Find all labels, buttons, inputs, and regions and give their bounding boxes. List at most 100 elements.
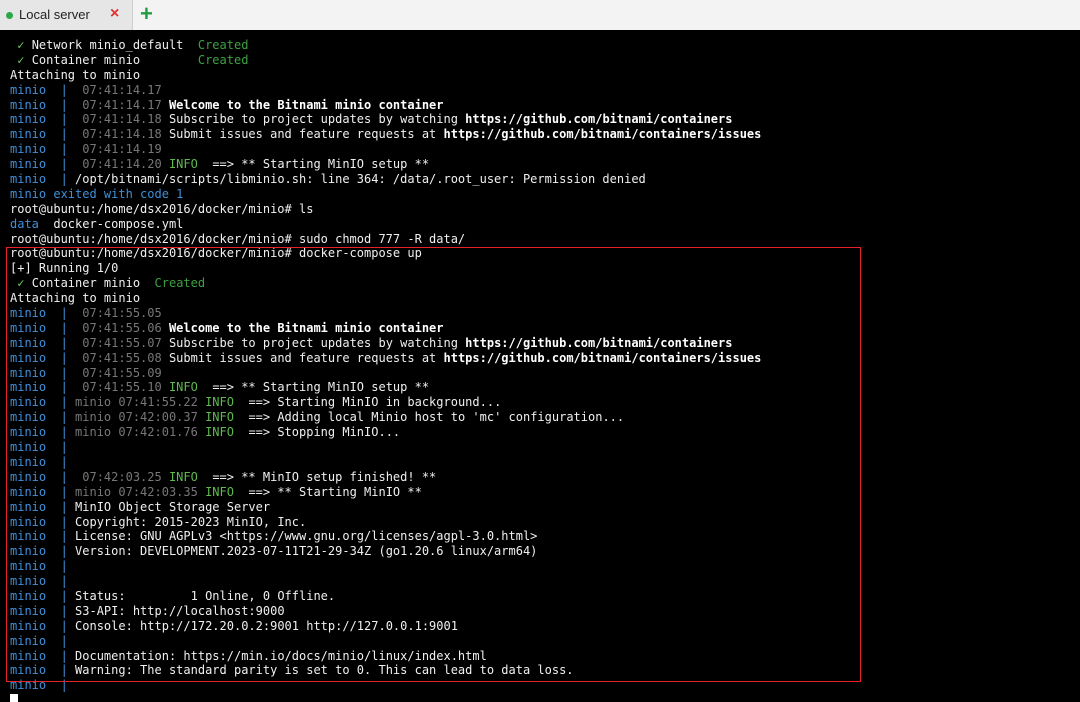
terminal-line: minio | minio 07:41:55.22 INFO ==> Start… — [10, 395, 1076, 410]
terminal-line: minio | 07:41:55.08 Submit issues and fe… — [10, 351, 1076, 366]
terminal-text: ✓ — [10, 38, 32, 52]
terminal-text: minio | — [10, 559, 68, 574]
terminal-text: minio | — [10, 157, 83, 172]
terminal-line: minio exited with code 1 — [10, 187, 1076, 202]
terminal-text: Welcome to the Bitnami minio container — [168, 320, 444, 335]
terminal-text: minio exited with code 1 — [10, 186, 184, 201]
terminal-text: Console: http://172.20.0.2:9001 http://1… — [75, 618, 458, 633]
terminal-text: minio 07:41:55.22 — [75, 395, 206, 410]
terminal-line: minio | 07:41:14.19 — [10, 142, 1076, 157]
terminal-text: Attaching to minio — [10, 291, 141, 306]
terminal-line: minio | minio 07:42:03.35 INFO ==> ** St… — [10, 485, 1076, 500]
terminal-text: docker-compose.yml — [38, 216, 184, 231]
terminal-line: Attaching to minio — [10, 68, 1076, 83]
terminal-text: minio | — [10, 142, 83, 157]
terminal-text: Created — [197, 52, 249, 67]
terminal-text: Subscribe to project updates by watching — [168, 335, 466, 350]
terminal-text: minio | — [10, 306, 83, 321]
terminal-text: [+] Running 1/0 — [10, 261, 119, 276]
terminal-text: Subscribe to project updates by watching — [168, 112, 466, 127]
terminal-text: minio | — [10, 484, 76, 499]
close-icon[interactable]: × — [110, 4, 119, 24]
terminal-text: Documentation: https://min.io/docs/minio… — [75, 648, 487, 663]
terminal-text: Submit issues and feature requests at — [168, 350, 444, 365]
terminal-text: minio | — [10, 350, 83, 365]
terminal-text: minio 07:42:03.35 — [75, 484, 206, 499]
terminal-text: ==> Adding local Minio host to 'mc' conf… — [248, 410, 625, 425]
terminal-line: minio | Console: http://172.20.0.2:9001 … — [10, 619, 1076, 634]
terminal-output[interactable]: ✓ Network minio_default Created ✓ Contai… — [0, 30, 1080, 702]
terminal-text: INFO — [168, 469, 213, 484]
terminal-text: 07:41:14.17 — [82, 82, 162, 97]
terminal-line: ✓ Network minio_default Created — [10, 38, 1076, 53]
terminal-text: https://github.com/bitnami/containers/is… — [443, 350, 762, 365]
terminal-line: minio | License: GNU AGPLv3 <https://www… — [10, 529, 1076, 544]
terminal-text: 07:41:55.06 — [82, 320, 169, 335]
terminal-text: S3-API: http://localhost:9000 — [75, 603, 285, 618]
terminal-text: minio | — [10, 320, 83, 335]
terminal-text: Created — [197, 38, 249, 52]
terminal-line: ✓ Container minio Created — [10, 276, 1076, 291]
terminal-text: minio | — [10, 469, 83, 484]
terminal-text: minio | — [10, 172, 76, 187]
terminal-text: Version: DEVELOPMENT.2023-07-11T21-29-34… — [75, 544, 538, 559]
terminal-text: https://github.com/bitnami/containers — [465, 112, 733, 127]
terminal-line: minio | Status: 1 Online, 0 Offline. — [10, 589, 1076, 604]
terminal-line: minio | 07:41:14.17 Welcome to the Bitna… — [10, 98, 1076, 113]
terminal-text: 07:41:55.09 — [82, 365, 162, 380]
terminal-cursor — [10, 694, 18, 702]
terminal-text: root@ubuntu:/home/dsx2016/docker/minio# … — [10, 246, 422, 261]
terminal-line: minio | — [10, 678, 1076, 693]
terminal-line: minio | Version: DEVELOPMENT.2023-07-11T… — [10, 544, 1076, 559]
terminal-line: minio | — [10, 440, 1076, 455]
tab-local-server[interactable]: Local server × — [0, 0, 133, 30]
terminal-line: minio | 07:41:55.07 Subscribe to project… — [10, 336, 1076, 351]
terminal-text: Welcome to the Bitnami minio container — [168, 97, 444, 112]
terminal-text: minio | — [10, 514, 76, 529]
terminal-text: Attaching to minio — [10, 67, 141, 82]
terminal-text: ==> Starting MinIO in background... — [248, 395, 502, 410]
terminal-line: minio | 07:42:03.25 INFO ==> ** MinIO se… — [10, 470, 1076, 485]
terminal-line: minio | — [10, 634, 1076, 649]
terminal-text: Status: 1 Online, 0 Offline. — [75, 588, 336, 603]
terminal-text: minio 07:42:01.76 — [75, 425, 206, 440]
terminal-line: minio | 07:41:14.17 — [10, 83, 1076, 98]
terminal-text: minio | — [10, 678, 68, 693]
terminal-text: ==> ** Starting MinIO setup ** — [212, 380, 430, 395]
terminal-text: INFO — [205, 395, 249, 410]
terminal-line: minio | Copyright: 2015-2023 MinIO, Inc. — [10, 515, 1076, 530]
terminal-text: 07:41:14.18 — [82, 112, 169, 127]
terminal-line: minio | Warning: The standard parity is … — [10, 663, 1076, 678]
terminal-text: 07:41:14.18 — [82, 127, 169, 142]
terminal-text: INFO — [205, 484, 249, 499]
terminal-text: minio | — [10, 410, 76, 425]
terminal-text: minio | — [10, 454, 68, 469]
terminal-text: minio | — [10, 648, 76, 663]
terminal-line: minio | 07:41:55.06 Welcome to the Bitna… — [10, 321, 1076, 336]
terminal-text: minio | — [10, 127, 83, 142]
terminal-text: root@ubuntu:/home/dsx2016/docker/minio# … — [10, 231, 466, 246]
terminal-text: minio | — [10, 574, 68, 589]
terminal-text: minio | — [10, 112, 83, 127]
terminal-text: minio 07:42:00.37 — [75, 410, 206, 425]
terminal-text: 07:41:55.05 — [82, 306, 162, 321]
terminal-text: minio | — [10, 365, 83, 380]
terminal-text: 07:41:55.07 — [82, 335, 169, 350]
terminal-text: Container minio — [31, 52, 198, 67]
terminal-text: INFO — [168, 157, 213, 172]
terminal-text: 07:41:55.08 — [82, 350, 169, 365]
terminal-line: minio | 07:41:55.09 — [10, 366, 1076, 381]
terminal-text: Network minio_default — [31, 38, 198, 52]
terminal-lines: ✓ Network minio_default Created ✓ Contai… — [10, 38, 1076, 693]
terminal-text: minio | — [10, 499, 76, 514]
terminal-line: minio | S3-API: http://localhost:9000 — [10, 604, 1076, 619]
terminal-line: minio | 07:41:55.10 INFO ==> ** Starting… — [10, 380, 1076, 395]
add-tab-icon[interactable]: + — [140, 2, 153, 26]
terminal-text: Created — [154, 276, 206, 291]
terminal-line: minio | 07:41:14.18 Subscribe to project… — [10, 112, 1076, 127]
terminal-text: minio | — [10, 544, 76, 559]
terminal-text: minio | — [10, 425, 76, 440]
terminal-text: https://github.com/bitnami/containers/is… — [443, 127, 762, 142]
terminal-line: minio | /opt/bitnami/scripts/libminio.sh… — [10, 172, 1076, 187]
terminal-text: 07:41:14.19 — [82, 142, 162, 157]
